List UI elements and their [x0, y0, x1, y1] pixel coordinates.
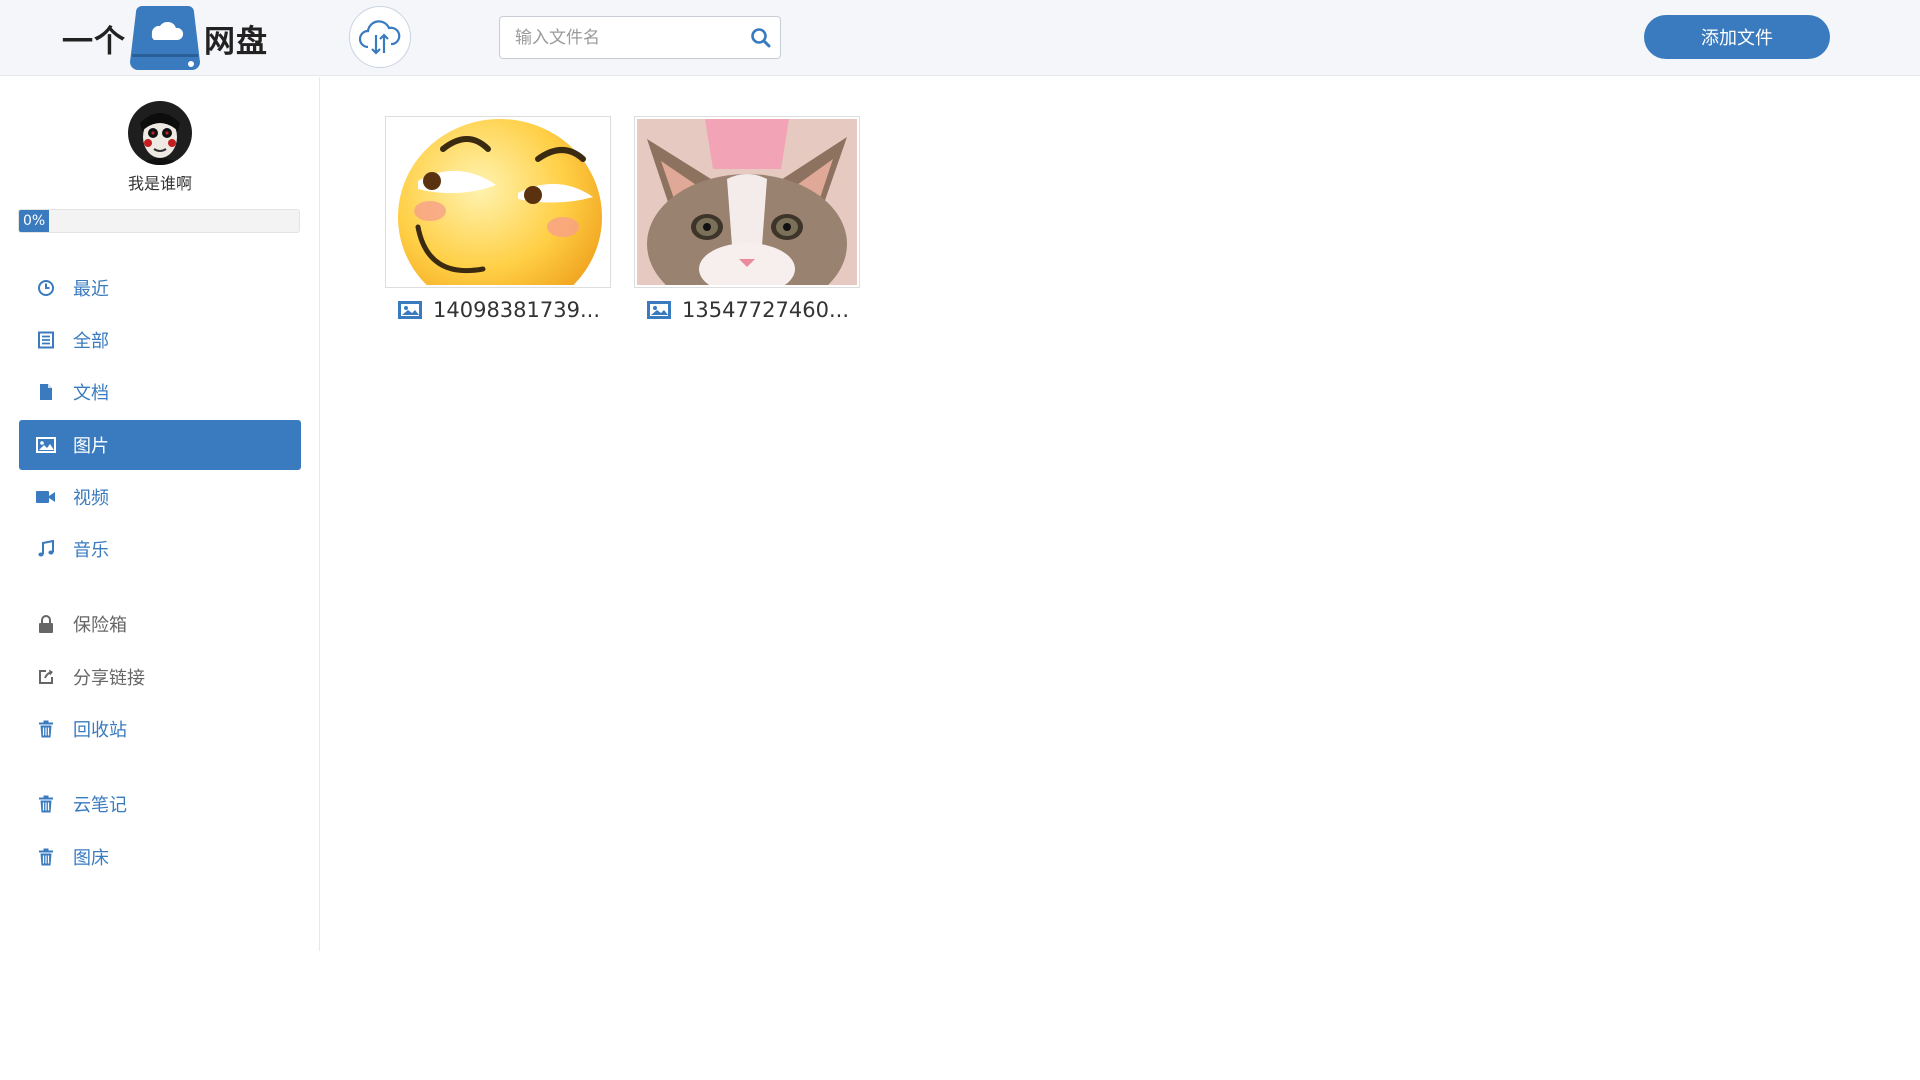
- sidebar-item-label: 分享链接: [73, 668, 145, 689]
- sidebar-item-images[interactable]: 图片: [19, 420, 301, 470]
- search-input[interactable]: [500, 17, 740, 58]
- music-note-icon: [36, 539, 56, 559]
- sidebar-item-label: 视频: [73, 488, 109, 509]
- sidebar-item-label: 全部: [73, 331, 109, 352]
- file-name: 13547727460...: [682, 298, 849, 322]
- sidebar-item-label: 图片: [73, 436, 109, 457]
- sidebar-item-recent[interactable]: 最近: [19, 263, 301, 313]
- file-name-row[interactable]: 13547727460...: [634, 298, 860, 322]
- sidebar-item-label: 文档: [73, 383, 109, 404]
- sidebar-item-videos[interactable]: 视频: [19, 472, 301, 522]
- list-icon: [36, 330, 56, 350]
- sidebar-item-image-bed[interactable]: 图床: [19, 832, 301, 882]
- top-bar: 一个 网盘 添加文件: [0, 0, 1920, 76]
- sidebar-item-label: 回收站: [73, 720, 127, 741]
- file-name: 14098381739...: [433, 298, 600, 322]
- trash-icon: [36, 847, 56, 867]
- avatar[interactable]: [128, 101, 192, 165]
- search-icon[interactable]: [750, 27, 772, 49]
- sidebar-item-all[interactable]: 全部: [19, 315, 301, 365]
- search-box: [499, 16, 781, 59]
- image-icon: [398, 301, 422, 319]
- lock-icon: [36, 614, 56, 634]
- video-camera-icon: [36, 487, 56, 507]
- username: 我是谁啊: [127, 174, 192, 193]
- file-item[interactable]: 13547727460...: [634, 116, 860, 322]
- emoji-face-image: [388, 119, 608, 315]
- logo-text-right: 网盘: [204, 23, 268, 60]
- trash-icon: [36, 719, 56, 739]
- cat-photo-image: [637, 119, 857, 314]
- document-icon: [36, 382, 56, 402]
- image-icon: [36, 435, 56, 455]
- file-grid: 14098381739... 13547727460...: [321, 77, 1920, 1080]
- file-thumbnail[interactable]: [385, 116, 611, 315]
- sidebar-item-vault[interactable]: 保险箱: [19, 599, 301, 649]
- cloud-upload-icon: [358, 20, 401, 55]
- sidebar-item-label: 最近: [73, 279, 109, 300]
- sidebar-item-label: 音乐: [73, 540, 109, 561]
- storage-quota-fill: 0%: [19, 210, 49, 232]
- sidebar-item-label: 保险箱: [73, 615, 127, 636]
- trash-icon: [36, 794, 56, 814]
- sidebar-item-label: 图床: [73, 848, 109, 869]
- sidebar-item-documents[interactable]: 文档: [19, 367, 301, 417]
- sidebar-item-cloud-notes[interactable]: 云笔记: [19, 779, 301, 829]
- cloud-drive-logo-icon: [130, 6, 200, 70]
- sidebar-item-label: 云笔记: [73, 795, 127, 816]
- file-item[interactable]: 14098381739...: [385, 116, 611, 322]
- app-logo[interactable]: 一个 网盘: [62, 4, 268, 72]
- clock-icon: [36, 278, 56, 298]
- file-thumbnail[interactable]: [634, 116, 860, 314]
- cloud-upload-button[interactable]: [349, 6, 411, 68]
- file-name-row[interactable]: 14098381739...: [385, 298, 611, 322]
- share-icon: [36, 667, 56, 687]
- sidebar-item-share-links[interactable]: 分享链接: [19, 652, 301, 702]
- logo-text-left: 一个: [62, 23, 126, 60]
- avatar-image: [128, 101, 192, 165]
- sidebar-item-recycle-bin[interactable]: 回收站: [19, 704, 301, 754]
- storage-quota-bar: 0%: [18, 209, 300, 233]
- add-file-button[interactable]: 添加文件: [1644, 15, 1830, 59]
- sidebar-item-music[interactable]: 音乐: [19, 524, 301, 574]
- image-icon: [647, 301, 671, 319]
